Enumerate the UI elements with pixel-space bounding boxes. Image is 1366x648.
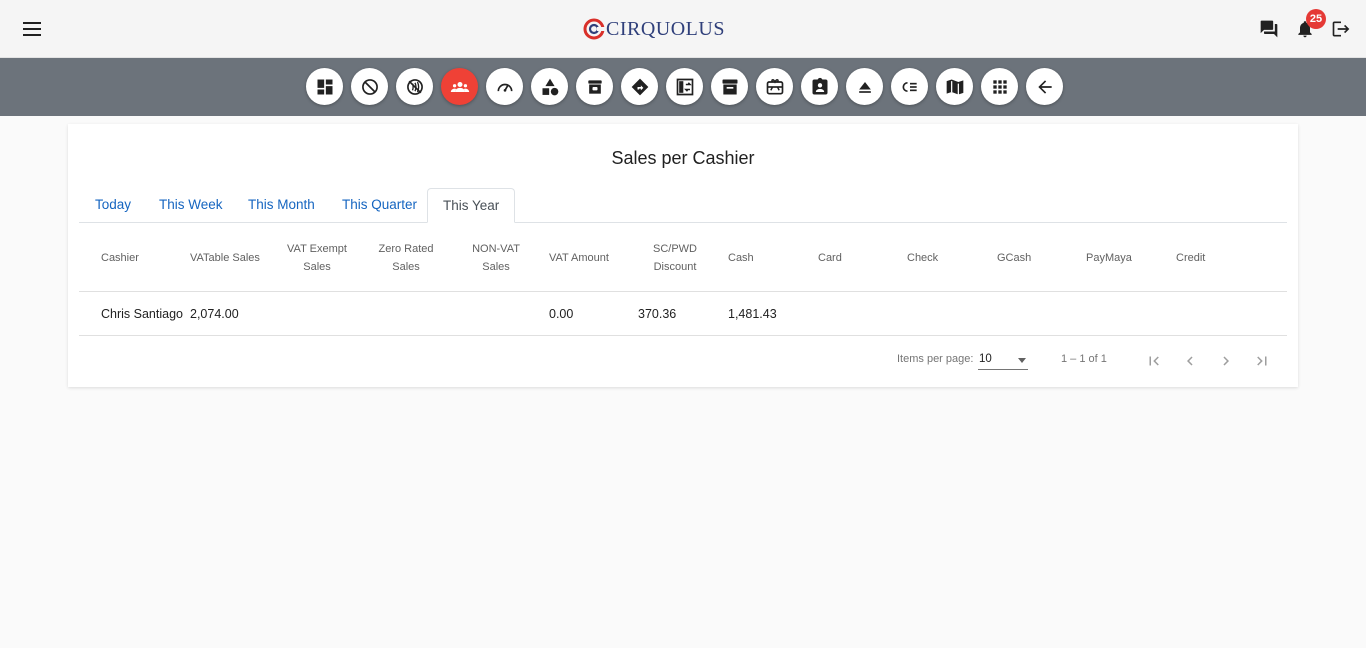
column-header-credit[interactable]: Credit: [1176, 223, 1205, 292]
table-row[interactable]: Chris Santiago 2,074.00 0.00 370.36 1,48…: [79, 292, 1287, 336]
chat-icon[interactable]: [1256, 16, 1282, 42]
page-title: Sales per Cashier: [611, 148, 755, 168]
inventory-icon[interactable]: [711, 68, 748, 105]
sales-table: Cashier VATable Sales VAT Exempt Sales Z…: [79, 223, 1287, 336]
column-header-non-vat-sales[interactable]: NON-VAT Sales: [466, 223, 526, 292]
logout-icon[interactable]: [1328, 16, 1354, 42]
tab-this-quarter[interactable]: This Quarter: [327, 188, 432, 223]
notification-badge: 25: [1306, 9, 1326, 29]
period-tabs: Today This Week This Month This Quarter …: [79, 188, 1287, 223]
app-header: CIRQUOLUS 25: [0, 0, 1366, 58]
cell-cashier: Chris Santiago: [101, 307, 183, 321]
cell-vatable-sales: 2,074.00: [190, 307, 239, 321]
eject-icon[interactable]: [846, 68, 883, 105]
column-header-sc-pwd-discount[interactable]: SC/PWD Discount: [645, 223, 705, 292]
book-map-icon[interactable]: [936, 68, 973, 105]
brand-logo: CIRQUOLUS: [583, 16, 725, 42]
checklist-icon[interactable]: [891, 68, 928, 105]
tab-this-year[interactable]: This Year: [427, 188, 516, 223]
column-header-vatable-sales[interactable]: VATable Sales: [190, 223, 260, 292]
do-not-disturb-icon[interactable]: [351, 68, 388, 105]
dropdown-caret-icon: [1018, 358, 1026, 363]
module-toolbar: [0, 58, 1366, 116]
column-header-vat-exempt-sales[interactable]: VAT Exempt Sales: [282, 223, 352, 292]
column-header-zero-rated-sales[interactable]: Zero Rated Sales: [371, 223, 441, 292]
cell-cash: 1,481.43: [728, 307, 777, 321]
assignment-ind-icon[interactable]: [801, 68, 838, 105]
column-header-cash[interactable]: Cash: [728, 223, 754, 292]
category-icon[interactable]: [531, 68, 568, 105]
menu-icon[interactable]: [18, 14, 48, 44]
tab-this-month[interactable]: This Month: [233, 188, 330, 223]
swap-board-icon[interactable]: [666, 68, 703, 105]
table-header: Cashier VATable Sales VAT Exempt Sales Z…: [79, 223, 1287, 292]
groups-icon[interactable]: [441, 68, 478, 105]
brand-name: CIRQUOLUS: [606, 17, 725, 40]
items-per-page-value: 10: [979, 353, 992, 365]
dashboard-icon[interactable]: [306, 68, 343, 105]
logo-mark-icon: [583, 18, 605, 40]
directions-icon[interactable]: [621, 68, 658, 105]
cell-sc-pwd-discount: 370.36: [638, 307, 677, 321]
tab-today[interactable]: Today: [80, 188, 146, 223]
column-header-cashier[interactable]: Cashier: [101, 223, 139, 292]
column-header-card[interactable]: Card: [818, 223, 842, 292]
column-header-paymaya[interactable]: PayMaya: [1086, 223, 1132, 292]
paginator: Items per page: 10 1 – 1 of 1: [79, 336, 1287, 386]
last-page-icon[interactable]: [1249, 348, 1275, 374]
contactless-off-icon[interactable]: [396, 68, 433, 105]
first-page-icon[interactable]: [1141, 348, 1167, 374]
column-header-vat-amount[interactable]: VAT Amount: [549, 223, 609, 292]
speedometer-icon[interactable]: [486, 68, 523, 105]
items-per-page-select[interactable]: 10: [978, 350, 1028, 370]
archive-box-icon[interactable]: [576, 68, 613, 105]
back-arrow-icon[interactable]: [1026, 68, 1063, 105]
previous-page-icon[interactable]: [1177, 348, 1203, 374]
apps-grid-icon[interactable]: [981, 68, 1018, 105]
items-per-page-label: Items per page:: [897, 353, 974, 365]
report-card: Sales per Cashier Today This Week This M…: [68, 124, 1298, 387]
gift-card-icon[interactable]: [756, 68, 793, 105]
page-range-label: 1 – 1 of 1: [1061, 353, 1107, 365]
cell-vat-amount: 0.00: [549, 307, 574, 321]
tab-this-week[interactable]: This Week: [144, 188, 238, 223]
column-header-check[interactable]: Check: [907, 223, 938, 292]
column-header-gcash[interactable]: GCash: [997, 223, 1031, 292]
next-page-icon[interactable]: [1213, 348, 1239, 374]
